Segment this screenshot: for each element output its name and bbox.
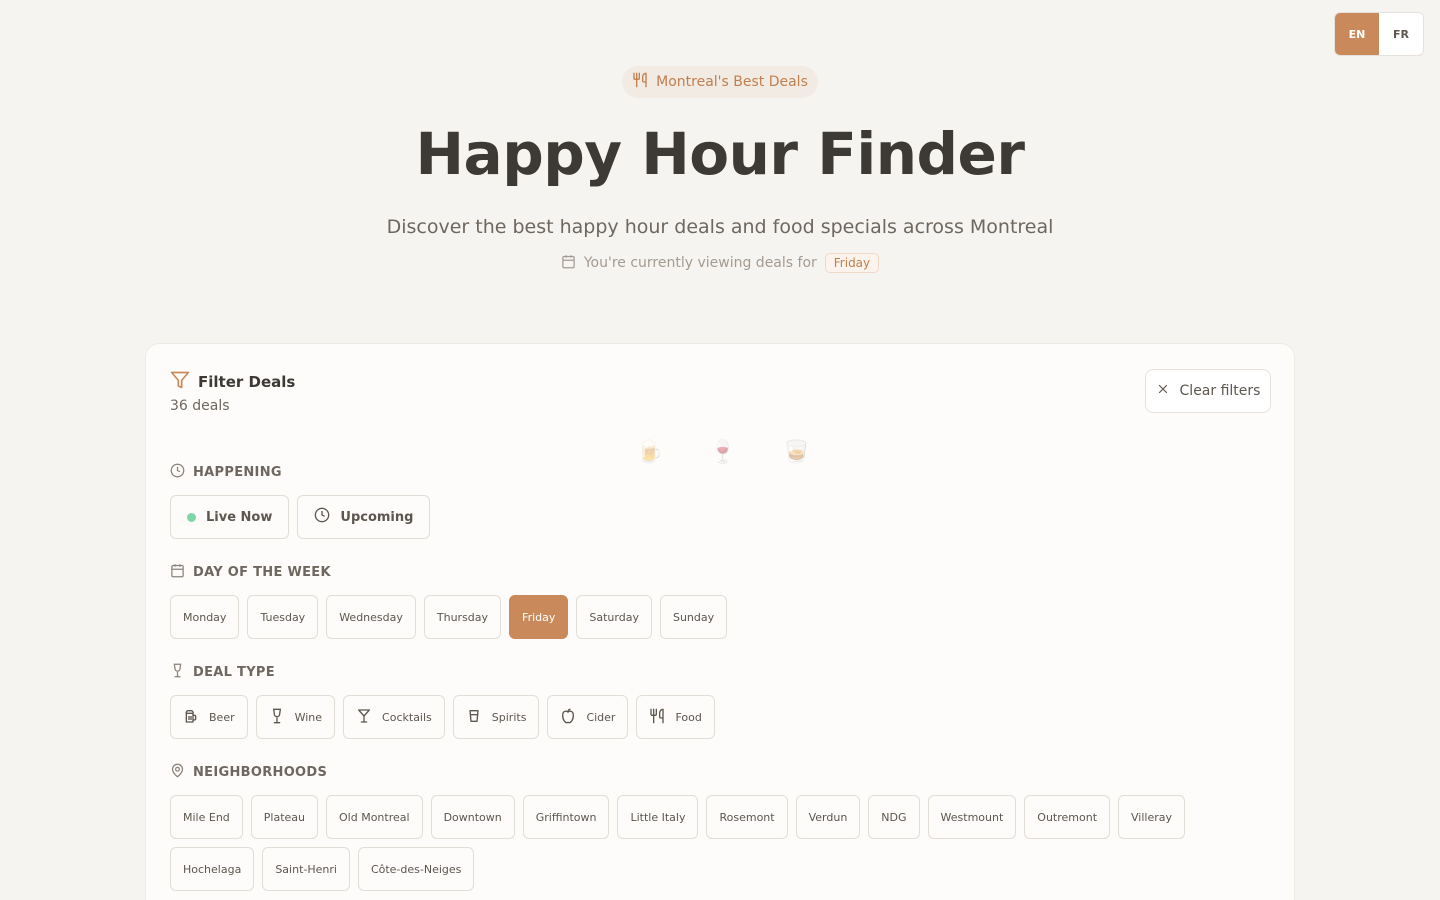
deal-count: 36 deals [170, 398, 230, 414]
filter-card: Filter Deals 36 deals Clear filters 🍺 🍷 … [145, 343, 1295, 900]
neighborhood-mile-end[interactable]: Mile End [170, 795, 243, 839]
neighborhood-hochelaga[interactable]: Hochelaga [170, 847, 255, 891]
deal-type-wine-label: Wine [294, 710, 323, 724]
lang-fr-button[interactable]: FR [1379, 13, 1423, 55]
day-saturday[interactable]: Saturday [576, 595, 652, 639]
neighborhood-villeray[interactable]: Villeray [1118, 795, 1186, 839]
filter-icon [170, 370, 190, 394]
viewing-prefix: You're currently viewing deals for [583, 255, 817, 271]
beer-mug-icon: 🍺 [636, 439, 664, 465]
day-options: Monday Tuesday Wednesday Thursday Friday… [170, 595, 728, 639]
language-switch: EN FR [1334, 12, 1424, 56]
wine-glass-icon: 🍷 [709, 439, 737, 465]
decorative-drinks: 🍺 🍷 🥃 [636, 436, 816, 468]
deal-type-cocktails-label: Cocktails [382, 710, 432, 724]
clock-icon [170, 463, 185, 482]
upcoming-button[interactable]: Upcoming [297, 495, 431, 539]
beer-icon [183, 708, 199, 727]
neighborhood-downtown[interactable]: Downtown [430, 795, 515, 839]
day-thursday[interactable]: Thursday [423, 595, 502, 639]
day-of-week-label-text: DAY OF THE WEEK [193, 565, 331, 580]
deal-type-label: DEAL TYPE [170, 663, 275, 682]
deal-type-options: Beer Wine Cocktails Spirits Cider Food [170, 695, 715, 739]
deal-type-cocktails[interactable]: Cocktails [343, 695, 445, 739]
viewing-day-note: You're currently viewing deals for Frida… [0, 253, 1440, 273]
tumbler-icon: 🥃 [782, 439, 811, 465]
fork-knife-icon [632, 72, 648, 92]
map-pin-icon [170, 763, 185, 782]
live-now-label: Live Now [206, 509, 273, 525]
neighborhood-verdun[interactable]: Verdun [795, 795, 861, 839]
neighborhood-old-montreal[interactable]: Old Montreal [326, 795, 423, 839]
upcoming-label: Upcoming [340, 509, 414, 525]
neighborhood-outremont[interactable]: Outremont [1024, 795, 1111, 839]
deal-type-beer-label: Beer [209, 710, 235, 724]
happening-options: Live Now Upcoming [170, 495, 431, 539]
close-icon [1156, 382, 1170, 400]
deal-type-cider-label: Cider [586, 710, 616, 724]
deal-type-cider[interactable]: Cider [547, 695, 629, 739]
wine-icon [170, 663, 185, 682]
page-subtitle: Discover the best happy hour deals and f… [386, 216, 1054, 238]
neighborhoods-label-text: NEIGHBORHOODS [193, 765, 328, 780]
day-wednesday[interactable]: Wednesday [326, 595, 416, 639]
deal-type-beer[interactable]: Beer [170, 695, 248, 739]
hero-badge: Montreal's Best Deals [622, 66, 818, 98]
neighborhood-saint-henri[interactable]: Saint-Henri [262, 847, 350, 891]
filter-title: Filter Deals [198, 373, 296, 391]
neighborhood-options: Mile End Plateau Old Montreal Downtown G… [170, 795, 1270, 891]
day-sunday[interactable]: Sunday [659, 595, 728, 639]
deal-type-wine[interactable]: Wine [255, 695, 336, 739]
day-friday[interactable]: Friday [509, 595, 569, 639]
deal-type-spirits[interactable]: Spirits [452, 695, 540, 739]
neighborhoods-label: NEIGHBORHOODS [170, 763, 327, 782]
live-dot-icon [187, 512, 196, 522]
neighborhood-cote-des-neiges[interactable]: Côte-des-Neiges [357, 847, 475, 891]
clock-icon [314, 507, 330, 527]
clear-filters-button[interactable]: Clear filters [1145, 369, 1271, 413]
filter-heading: Filter Deals [170, 370, 295, 394]
neighborhood-little-italy[interactable]: Little Italy [617, 795, 699, 839]
fork-knife-icon [649, 708, 665, 727]
day-tuesday[interactable]: Tuesday [247, 595, 319, 639]
happening-label: HAPPENING [170, 463, 282, 482]
deal-type-food[interactable]: Food [636, 695, 715, 739]
hero-badge-label: Montreal's Best Deals [656, 74, 808, 90]
happening-label-text: HAPPENING [193, 465, 282, 480]
viewing-day-badge: Friday [824, 253, 880, 273]
deal-type-label-text: DEAL TYPE [193, 665, 275, 680]
apple-icon [560, 708, 576, 727]
wine-icon [269, 708, 285, 727]
neighborhood-westmount[interactable]: Westmount [927, 795, 1017, 839]
calendar-icon [561, 254, 576, 273]
deal-type-food-label: Food [675, 710, 702, 724]
page-title: Happy Hour Finder [415, 120, 1025, 188]
neighborhood-ndg[interactable]: NDG [868, 795, 920, 839]
live-now-button[interactable]: Live Now [170, 495, 290, 539]
lang-en-button[interactable]: EN [1335, 13, 1379, 55]
day-of-week-label: DAY OF THE WEEK [170, 563, 331, 582]
spirits-icon [466, 708, 482, 727]
neighborhood-rosemont[interactable]: Rosemont [706, 795, 788, 839]
calendar-icon [170, 563, 185, 582]
cocktail-icon [356, 708, 372, 727]
day-monday[interactable]: Monday [170, 595, 240, 639]
clear-filters-label: Clear filters [1179, 383, 1261, 399]
deal-type-spirits-label: Spirits [491, 710, 527, 724]
neighborhood-griffintown[interactable]: Griffintown [522, 795, 610, 839]
neighborhood-plateau[interactable]: Plateau [250, 795, 319, 839]
